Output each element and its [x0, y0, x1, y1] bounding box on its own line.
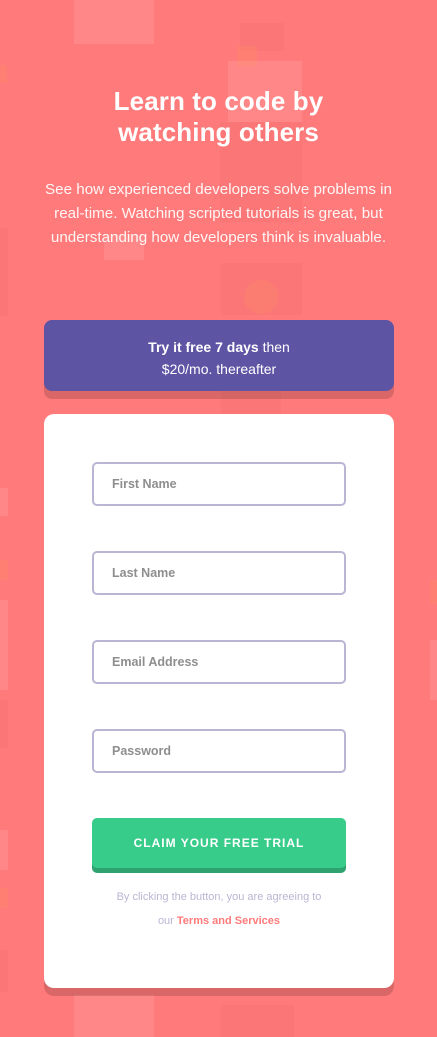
email-input[interactable]	[110, 654, 344, 670]
promo-price-text: $20/mo. thereafter	[161, 361, 277, 377]
password-field[interactable]	[92, 729, 346, 773]
last-name-field[interactable]	[92, 551, 346, 595]
promo-then-text: then	[258, 339, 290, 355]
terms-prefix2: our	[157, 915, 177, 927]
terms-link[interactable]: Terms and Services	[177, 915, 280, 927]
signup-card: CLAIM YOUR FREE TRIAL By clicking the bu…	[44, 414, 394, 988]
page-subtitle: See how experienced developers solve pro…	[45, 181, 392, 246]
promo-banner: Try it free 7 days then $20/mo. thereaft…	[44, 320, 394, 391]
email-field[interactable]	[92, 640, 346, 684]
first-name-field[interactable]	[92, 462, 346, 506]
terms-prefix: By clicking the button, you are agreeing…	[116, 891, 322, 903]
promo-bold-text: Try it free 7 days	[148, 339, 259, 355]
first-name-input[interactable]	[110, 476, 344, 492]
password-input[interactable]	[110, 743, 344, 759]
last-name-input[interactable]	[110, 565, 344, 581]
terms-text: By clicking the button, you are agreeing…	[92, 885, 346, 933]
page-title-line1: Learn to code by	[113, 86, 324, 116]
page-title: Learn to code by watching others	[0, 86, 437, 148]
page-content: Learn to code by watching others See how…	[0, 0, 437, 1037]
claim-free-trial-button[interactable]: CLAIM YOUR FREE TRIAL	[92, 818, 346, 868]
page-title-line2: watching others	[118, 117, 319, 147]
